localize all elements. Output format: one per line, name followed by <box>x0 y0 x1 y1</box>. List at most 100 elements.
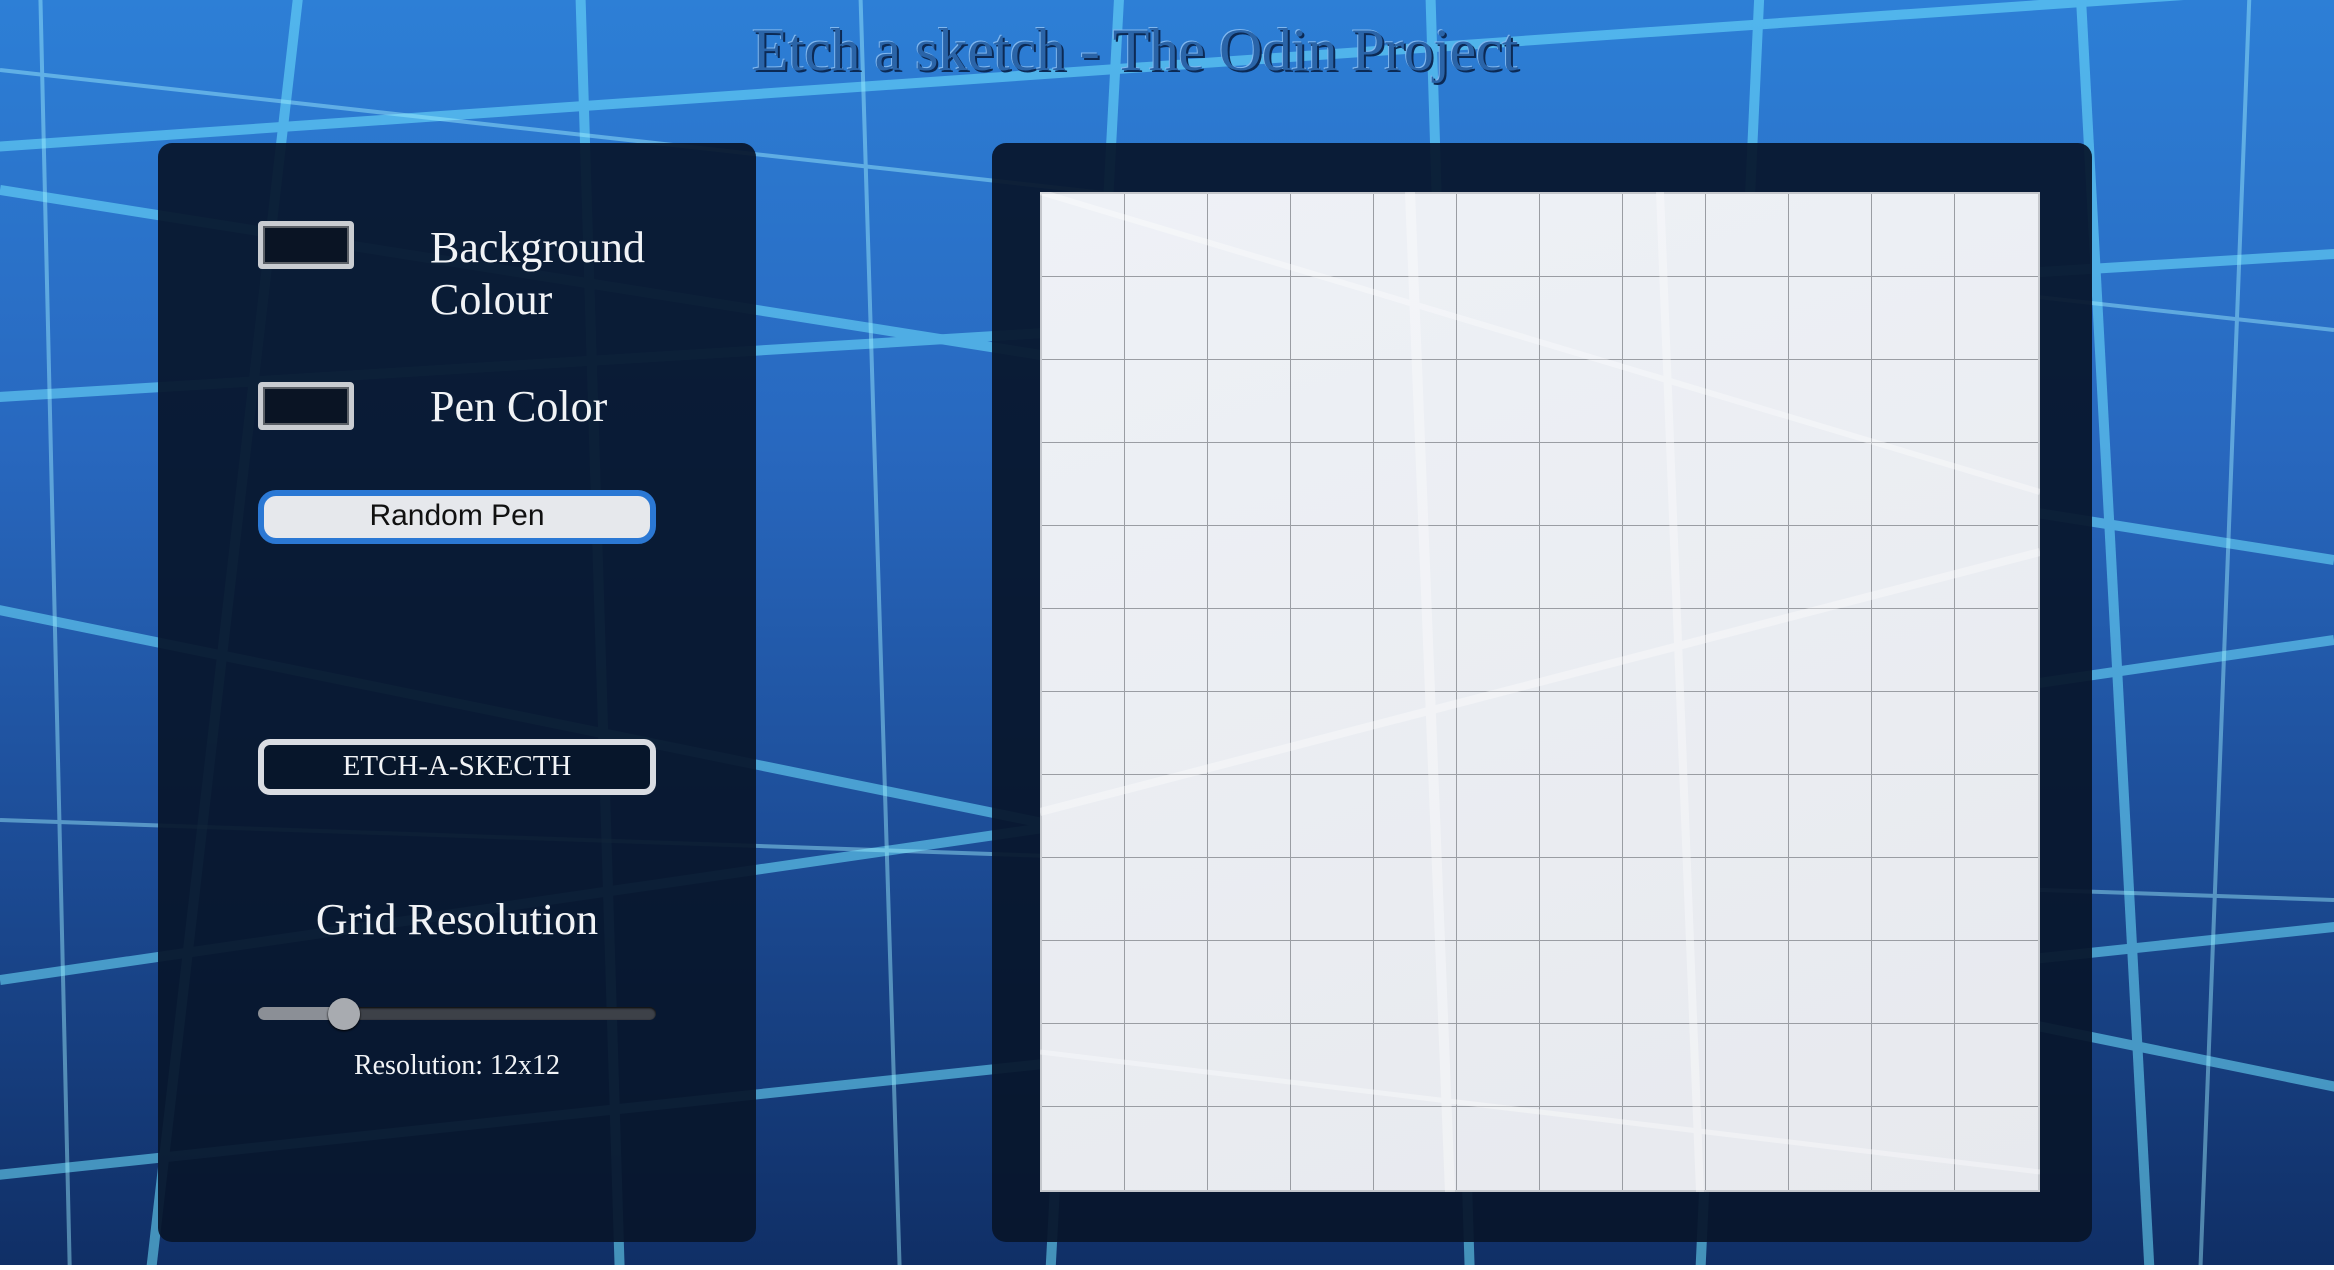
grid-cell[interactable] <box>1872 1024 1955 1107</box>
grid-cell[interactable] <box>1291 360 1374 443</box>
grid-cell[interactable] <box>1540 194 1623 277</box>
sketch-grid[interactable] <box>1040 192 2040 1192</box>
grid-cell[interactable] <box>1789 443 1872 526</box>
grid-cell[interactable] <box>1291 194 1374 277</box>
grid-cell[interactable] <box>1125 526 1208 609</box>
grid-cell[interactable] <box>1125 1024 1208 1107</box>
grid-cell[interactable] <box>1125 1107 1208 1190</box>
grid-cell[interactable] <box>1789 941 1872 1024</box>
grid-cell[interactable] <box>1042 858 1125 941</box>
grid-cell[interactable] <box>1872 443 1955 526</box>
grid-cell[interactable] <box>1042 443 1125 526</box>
grid-cell[interactable] <box>1872 775 1955 858</box>
grid-cell[interactable] <box>1540 858 1623 941</box>
grid-cell[interactable] <box>1706 277 1789 360</box>
grid-cell[interactable] <box>1623 1024 1706 1107</box>
grid-cell[interactable] <box>1042 1107 1125 1190</box>
grid-cell[interactable] <box>1540 526 1623 609</box>
grid-cell[interactable] <box>1208 1107 1291 1190</box>
grid-cell[interactable] <box>1872 526 1955 609</box>
grid-cell[interactable] <box>1042 609 1125 692</box>
grid-cell[interactable] <box>1457 1107 1540 1190</box>
grid-cell[interactable] <box>1789 692 1872 775</box>
grid-cell[interactable] <box>1872 277 1955 360</box>
grid-cell[interactable] <box>1706 194 1789 277</box>
grid-cell[interactable] <box>1042 1024 1125 1107</box>
grid-cell[interactable] <box>1457 526 1540 609</box>
random-pen-button[interactable]: Random Pen <box>258 490 656 544</box>
grid-cell[interactable] <box>1374 941 1457 1024</box>
grid-cell[interactable] <box>1955 526 2038 609</box>
grid-cell[interactable] <box>1208 858 1291 941</box>
grid-cell[interactable] <box>1540 1107 1623 1190</box>
grid-cell[interactable] <box>1457 858 1540 941</box>
grid-cell[interactable] <box>1789 775 1872 858</box>
grid-cell[interactable] <box>1125 858 1208 941</box>
grid-cell[interactable] <box>1125 277 1208 360</box>
grid-cell[interactable] <box>1125 692 1208 775</box>
grid-cell[interactable] <box>1208 609 1291 692</box>
grid-cell[interactable] <box>1208 526 1291 609</box>
grid-cell[interactable] <box>1208 360 1291 443</box>
grid-cell[interactable] <box>1540 443 1623 526</box>
slider-thumb[interactable] <box>327 998 360 1030</box>
grid-resolution-slider[interactable] <box>258 998 656 1030</box>
grid-cell[interactable] <box>1374 526 1457 609</box>
grid-cell[interactable] <box>1623 858 1706 941</box>
grid-cell[interactable] <box>1291 609 1374 692</box>
grid-cell[interactable] <box>1208 443 1291 526</box>
grid-cell[interactable] <box>1623 609 1706 692</box>
grid-cell[interactable] <box>1706 1024 1789 1107</box>
grid-cell[interactable] <box>1706 609 1789 692</box>
grid-cell[interactable] <box>1457 775 1540 858</box>
grid-cell[interactable] <box>1789 1024 1872 1107</box>
grid-cell[interactable] <box>1208 692 1291 775</box>
grid-cell[interactable] <box>1042 692 1125 775</box>
grid-cell[interactable] <box>1042 277 1125 360</box>
grid-cell[interactable] <box>1042 941 1125 1024</box>
grid-cell[interactable] <box>1955 194 2038 277</box>
grid-cell[interactable] <box>1623 443 1706 526</box>
grid-cell[interactable] <box>1125 443 1208 526</box>
grid-cell[interactable] <box>1042 526 1125 609</box>
grid-cell[interactable] <box>1623 360 1706 443</box>
grid-cell[interactable] <box>1955 941 2038 1024</box>
grid-cell[interactable] <box>1955 443 2038 526</box>
grid-cell[interactable] <box>1374 360 1457 443</box>
grid-cell[interactable] <box>1291 526 1374 609</box>
grid-cell[interactable] <box>1706 941 1789 1024</box>
grid-cell[interactable] <box>1374 1107 1457 1190</box>
grid-cell[interactable] <box>1457 609 1540 692</box>
grid-cell[interactable] <box>1623 526 1706 609</box>
grid-cell[interactable] <box>1706 360 1789 443</box>
grid-cell[interactable] <box>1125 775 1208 858</box>
grid-cell[interactable] <box>1706 858 1789 941</box>
grid-cell[interactable] <box>1208 775 1291 858</box>
grid-cell[interactable] <box>1789 277 1872 360</box>
etch-a-sketch-button[interactable]: ETCH-A-SKECTH <box>258 739 656 795</box>
grid-cell[interactable] <box>1540 775 1623 858</box>
grid-cell[interactable] <box>1457 277 1540 360</box>
grid-cell[interactable] <box>1125 194 1208 277</box>
grid-cell[interactable] <box>1042 360 1125 443</box>
grid-cell[interactable] <box>1457 1024 1540 1107</box>
grid-cell[interactable] <box>1457 692 1540 775</box>
grid-cell[interactable] <box>1789 194 1872 277</box>
grid-cell[interactable] <box>1208 277 1291 360</box>
grid-cell[interactable] <box>1125 609 1208 692</box>
grid-cell[interactable] <box>1706 1107 1789 1190</box>
grid-cell[interactable] <box>1789 858 1872 941</box>
grid-cell[interactable] <box>1374 692 1457 775</box>
grid-cell[interactable] <box>1706 692 1789 775</box>
grid-cell[interactable] <box>1872 1107 1955 1190</box>
grid-cell[interactable] <box>1374 858 1457 941</box>
grid-cell[interactable] <box>1872 858 1955 941</box>
grid-cell[interactable] <box>1540 609 1623 692</box>
grid-cell[interactable] <box>1623 194 1706 277</box>
grid-cell[interactable] <box>1872 360 1955 443</box>
grid-cell[interactable] <box>1623 941 1706 1024</box>
grid-cell[interactable] <box>1291 692 1374 775</box>
grid-cell[interactable] <box>1457 360 1540 443</box>
grid-cell[interactable] <box>1955 277 2038 360</box>
grid-cell[interactable] <box>1042 775 1125 858</box>
